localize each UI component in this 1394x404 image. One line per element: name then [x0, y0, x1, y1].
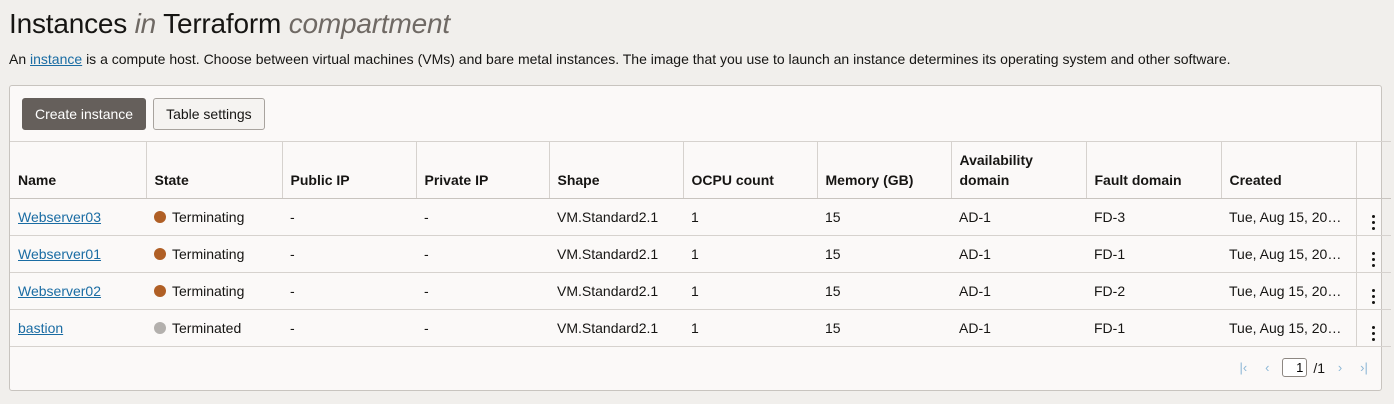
public-ip-cell: -	[282, 198, 416, 236]
instances-table: Name State Public IP Private IP Shape OC…	[10, 141, 1391, 347]
instances-panel: Create instance Table settings Name Stat…	[9, 85, 1391, 391]
instance-name-link[interactable]: Webserver03	[18, 209, 101, 225]
memory-cell: 15	[817, 235, 951, 273]
created-cell: Tue, Aug 15, 20…	[1221, 272, 1356, 310]
fault-domain-cell: FD-1	[1086, 235, 1221, 273]
column-header-memory[interactable]: Memory (GB)	[817, 141, 952, 199]
table-row: bastion Terminated - - VM.Standard2.1 1 …	[10, 309, 1391, 347]
next-page-icon[interactable]: ›	[1331, 360, 1349, 375]
previous-page-icon[interactable]: ‹	[1258, 360, 1276, 375]
memory-cell: 15	[817, 272, 951, 310]
shape-cell: VM.Standard2.1	[549, 272, 683, 310]
column-header-shape[interactable]: Shape	[549, 141, 684, 199]
first-page-icon[interactable]: |‹	[1234, 360, 1252, 375]
create-instance-button[interactable]: Create instance	[22, 98, 147, 130]
availability-domain-cell: AD-1	[951, 198, 1086, 236]
page-title-main: Instances	[9, 8, 128, 39]
page-description: An instance is a compute host. Choose be…	[9, 51, 1231, 67]
created-cell: Tue, Aug 15, 20…	[1221, 198, 1356, 236]
pagination: |‹ ‹ /1 › ›|	[1234, 358, 1373, 377]
column-header-state[interactable]: State	[146, 141, 283, 199]
row-actions-menu-icon[interactable]	[1372, 251, 1376, 267]
state-indicator: Terminating	[154, 273, 274, 309]
availability-domain-cell: AD-1	[951, 309, 1086, 347]
availability-domain-cell: AD-1	[951, 272, 1086, 310]
state-label: Terminated	[172, 320, 242, 336]
created-cell: Tue, Aug 15, 20…	[1221, 235, 1356, 273]
column-header-created[interactable]: Created	[1221, 141, 1357, 199]
created-cell: Tue, Aug 15, 20…	[1221, 309, 1356, 347]
state-dot-icon	[154, 211, 166, 223]
private-ip-cell: -	[416, 198, 549, 236]
instance-help-link[interactable]: instance	[30, 51, 82, 67]
instance-name-link[interactable]: Webserver02	[18, 283, 101, 299]
shape-cell: VM.Standard2.1	[549, 309, 683, 347]
compartment-label: compartment	[288, 8, 450, 39]
state-indicator: Terminated	[154, 310, 274, 346]
column-header-private-ip[interactable]: Private IP	[416, 141, 550, 199]
table-row: Webserver01 Terminating - - VM.Standard2…	[10, 235, 1391, 273]
page-number-input[interactable]	[1282, 358, 1308, 377]
public-ip-cell: -	[282, 309, 416, 347]
page-title-in: in	[134, 8, 157, 39]
public-ip-cell: -	[282, 272, 416, 310]
compartment-name: Terraform	[163, 8, 282, 39]
fault-domain-cell: FD-3	[1086, 198, 1221, 236]
page-title: Instances in Terraform compartment	[9, 8, 450, 40]
ocpu-cell: 1	[683, 198, 817, 236]
private-ip-cell: -	[416, 272, 549, 310]
memory-cell: 15	[817, 309, 951, 347]
ocpu-cell: 1	[683, 309, 817, 347]
ocpu-cell: 1	[683, 235, 817, 273]
state-dot-icon	[154, 322, 166, 334]
table-header-row: Name State Public IP Private IP Shape OC…	[10, 141, 1391, 199]
shape-cell: VM.Standard2.1	[549, 235, 683, 273]
column-header-ocpu-count[interactable]: OCPU count	[683, 141, 818, 199]
column-header-fault-domain[interactable]: Fault domain	[1086, 141, 1222, 199]
state-indicator: Terminating	[154, 199, 274, 235]
state-dot-icon	[154, 248, 166, 260]
column-header-availability-domain[interactable]: Availability domain	[951, 141, 1087, 199]
table-row: Webserver03 Terminating - - VM.Standard2…	[10, 198, 1391, 236]
column-header-public-ip[interactable]: Public IP	[282, 141, 417, 199]
shape-cell: VM.Standard2.1	[549, 198, 683, 236]
state-label: Terminating	[172, 283, 245, 299]
private-ip-cell: -	[416, 235, 549, 273]
state-dot-icon	[154, 285, 166, 297]
page-total: /1	[1313, 359, 1325, 376]
table-row: Webserver02 Terminating - - VM.Standard2…	[10, 272, 1391, 310]
ocpu-cell: 1	[683, 272, 817, 310]
private-ip-cell: -	[416, 309, 549, 347]
last-page-icon[interactable]: ›|	[1355, 360, 1373, 375]
state-label: Terminating	[172, 209, 245, 225]
row-actions-menu-icon[interactable]	[1372, 288, 1376, 304]
memory-cell: 15	[817, 198, 951, 236]
fault-domain-cell: FD-1	[1086, 309, 1221, 347]
instance-name-link[interactable]: bastion	[18, 320, 63, 336]
fault-domain-cell: FD-2	[1086, 272, 1221, 310]
column-header-actions	[1356, 141, 1391, 199]
state-label: Terminating	[172, 246, 245, 262]
column-header-name[interactable]: Name	[10, 141, 147, 199]
availability-domain-cell: AD-1	[951, 235, 1086, 273]
instance-name-link[interactable]: Webserver01	[18, 246, 101, 262]
toolbar: Create instance Table settings	[22, 98, 265, 130]
row-actions-menu-icon[interactable]	[1372, 325, 1376, 341]
state-indicator: Terminating	[154, 236, 274, 272]
row-actions-menu-icon[interactable]	[1372, 214, 1376, 230]
table-settings-button[interactable]: Table settings	[153, 98, 265, 130]
public-ip-cell: -	[282, 235, 416, 273]
